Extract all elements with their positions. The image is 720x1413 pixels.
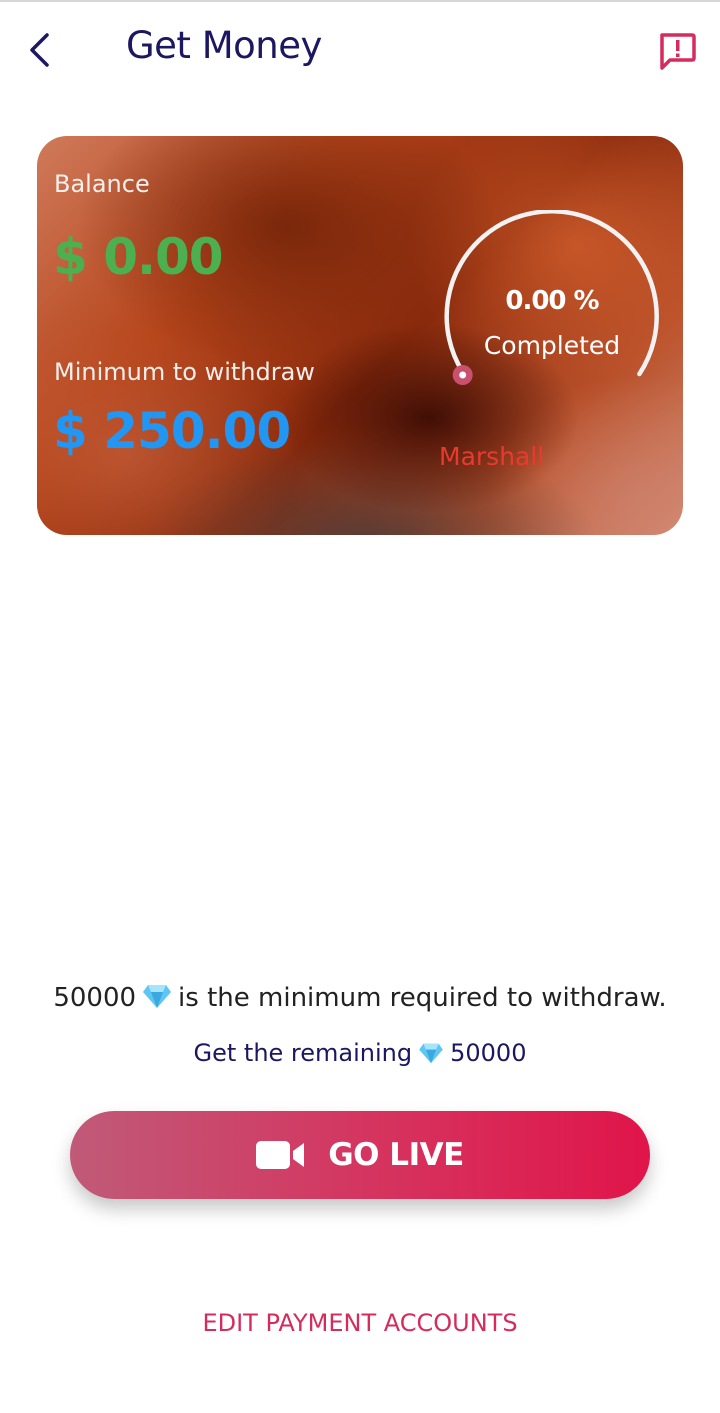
- edit-payment-accounts-link[interactable]: EDIT PAYMENT ACCOUNTS: [0, 1309, 720, 1337]
- minimum-withdraw-label: Minimum to withdraw: [54, 358, 315, 386]
- progress-label: Completed: [483, 331, 621, 360]
- minimum-required-text: 50000 is the minimum required to withdraw…: [0, 983, 720, 1016]
- go-live-label: GO LIVE: [328, 1137, 464, 1173]
- progress-percent: 0.00 %: [505, 286, 599, 316]
- page-title: Get Money: [126, 24, 322, 67]
- report-icon: [660, 33, 696, 70]
- remaining-prefix: Get the remaining: [193, 1039, 413, 1067]
- video-camera-icon: [256, 1141, 305, 1169]
- minimum-withdraw-value: $ 250.00: [53, 402, 291, 460]
- diamond-icon: [142, 983, 172, 1016]
- diamond-icon: [418, 1042, 444, 1070]
- chevron-left-icon: [30, 33, 49, 67]
- user-name: Marshall: [439, 442, 545, 471]
- balance-card: Balance $ 0.00 Minimum to withdraw $ 250…: [37, 136, 683, 535]
- remaining-text: Get the remaining 50000: [0, 1039, 720, 1070]
- remaining-amount: 50000: [450, 1039, 527, 1067]
- min-diamond-amount: 50000: [53, 983, 137, 1013]
- balance-value: $ 0.00: [53, 228, 224, 286]
- go-live-button[interactable]: GO LIVE: [70, 1111, 650, 1199]
- back-button[interactable]: [20, 28, 60, 72]
- app-header: Get Money: [0, 2, 720, 98]
- balance-label: Balance: [54, 170, 150, 198]
- report-button[interactable]: [656, 30, 698, 72]
- min-required-message: is the minimum required to withdraw.: [178, 983, 667, 1013]
